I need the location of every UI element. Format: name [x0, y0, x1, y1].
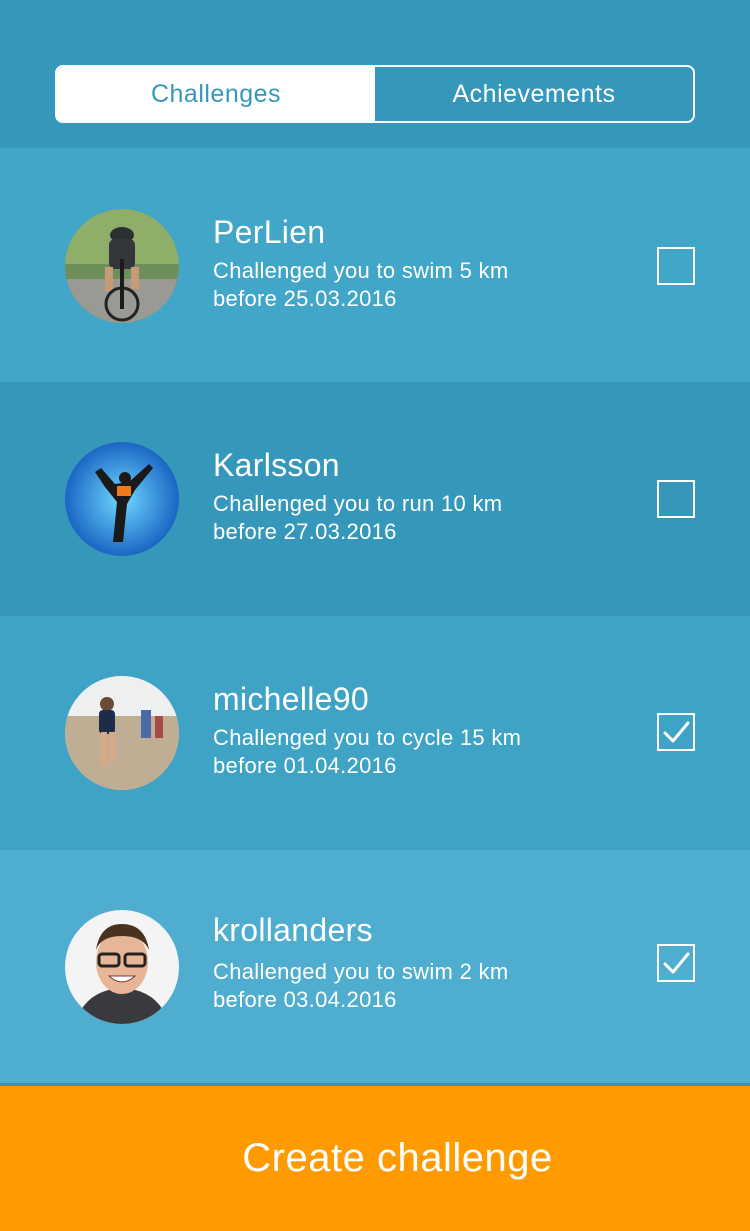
checkmark-icon [663, 952, 690, 974]
avatar [65, 442, 179, 556]
challenger-name: PerLien [213, 214, 326, 250]
avatar [65, 209, 179, 323]
challenge-description: Challenged you to swim 2 km [213, 959, 509, 984]
challenger-name: Karlsson [213, 447, 340, 483]
challenge-row[interactable]: Karlsson Challenged you to run 10 km bef… [0, 382, 750, 616]
challenge-list: PerLien Challenged you to swim 5 km befo… [0, 148, 750, 1083]
create-challenge-button[interactable]: Create challenge [0, 1086, 750, 1231]
challenge-deadline: before 03.04.2016 [213, 987, 397, 1012]
challenge-row[interactable]: michelle90 Challenged you to cycle 15 km… [0, 616, 750, 850]
segmented-control: Challenges Achievements [55, 65, 695, 123]
avatar [65, 910, 179, 1024]
challenge-deadline: before 25.03.2016 [213, 286, 397, 311]
tab-challenges[interactable]: Challenges [57, 67, 375, 121]
challenge-row[interactable]: PerLien Challenged you to swim 5 km befo… [0, 148, 750, 382]
header: Challenges Achievements [0, 0, 750, 148]
challenge-deadline: before 01.04.2016 [213, 753, 397, 778]
accept-checkbox[interactable] [657, 480, 695, 518]
challenger-name: krollanders [213, 912, 373, 948]
challenge-description: Challenged you to run 10 km [213, 491, 503, 516]
checkmark-icon [663, 721, 690, 743]
accept-checkbox[interactable] [657, 247, 695, 285]
tab-achievements[interactable]: Achievements [375, 67, 693, 121]
accept-checkbox[interactable] [657, 944, 695, 982]
accept-checkbox[interactable] [657, 713, 695, 751]
challenge-description: Challenged you to swim 5 km [213, 258, 509, 283]
challenger-name: michelle90 [213, 681, 369, 717]
avatar [65, 676, 179, 790]
challenge-deadline: before 27.03.2016 [213, 519, 397, 544]
challenge-description: Challenged you to cycle 15 km [213, 725, 522, 750]
challenge-row[interactable]: krollanders Challenged you to swim 2 km … [0, 850, 750, 1083]
